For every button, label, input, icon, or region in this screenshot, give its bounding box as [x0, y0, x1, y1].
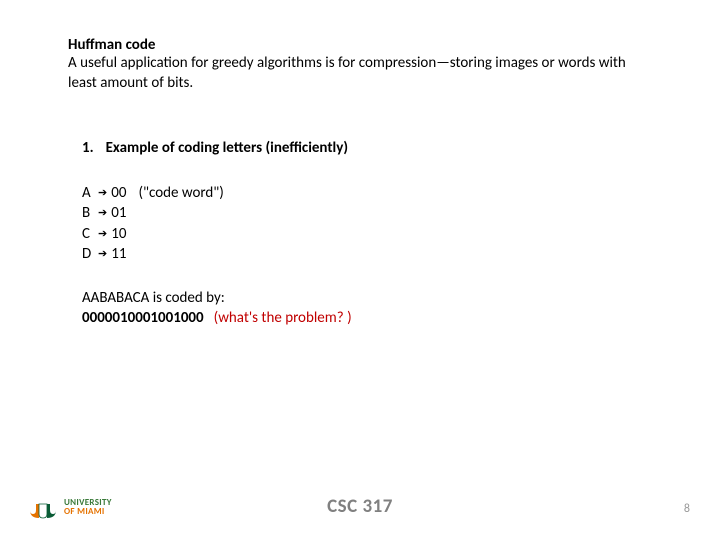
encoded-bitstring: 0000010001001000 — [82, 309, 204, 327]
logo-line2: OF MIAMI — [64, 507, 112, 516]
code-letter: A — [82, 183, 96, 203]
code-letter: D — [82, 244, 96, 264]
section-title: Example of coding letters (inefficiently… — [106, 139, 348, 157]
code-bits: 00 — [111, 183, 126, 203]
arrow-icon: ➔ — [98, 206, 107, 221]
code-row: C ➔ 10 — [82, 224, 652, 244]
university-logo: UNIVERSITY OF MIAMI — [28, 494, 112, 520]
course-code: CSC 317 — [327, 495, 393, 518]
logo-text: UNIVERSITY OF MIAMI — [64, 498, 112, 516]
arrow-icon: ➔ — [98, 186, 107, 201]
arrow-icon: ➔ — [98, 227, 107, 242]
encoded-line: 0000010001001000 (what's the problem? ) — [82, 308, 652, 328]
code-bits: 10 — [111, 224, 126, 244]
section-block: 1. Example of coding letters (inefficient… — [68, 139, 652, 329]
code-letter: C — [82, 224, 96, 244]
slide-content: Huffman code A useful application for gr… — [0, 0, 720, 329]
encoded-label: AABABACA is coded by: — [82, 288, 652, 308]
code-letter: B — [82, 203, 96, 223]
encoded-question: (what's the problem? ) — [214, 309, 352, 327]
code-row: B ➔ 01 — [82, 203, 652, 223]
code-list: A ➔ 00 ("code word") B ➔ 01 C ➔ 10 D ➔ 1… — [82, 183, 652, 264]
page-number: 8 — [684, 502, 690, 516]
logo-u-icon — [28, 494, 58, 520]
code-bits: 01 — [111, 203, 126, 223]
section-number: 1. — [82, 139, 94, 157]
code-row: A ➔ 00 ("code word") — [82, 183, 652, 203]
encoded-block: AABABACA is coded by: 0000010001001000 (w… — [82, 288, 652, 329]
slide-intro: A useful application for greedy algorith… — [68, 54, 652, 93]
code-bits: 11 — [111, 244, 126, 264]
slide-title: Huffman code — [68, 36, 652, 54]
arrow-icon: ➔ — [98, 247, 107, 262]
section-heading: 1. Example of coding letters (inefficient… — [82, 139, 652, 157]
code-note: ("code word") — [138, 183, 223, 203]
code-row: D ➔ 11 — [82, 244, 652, 264]
